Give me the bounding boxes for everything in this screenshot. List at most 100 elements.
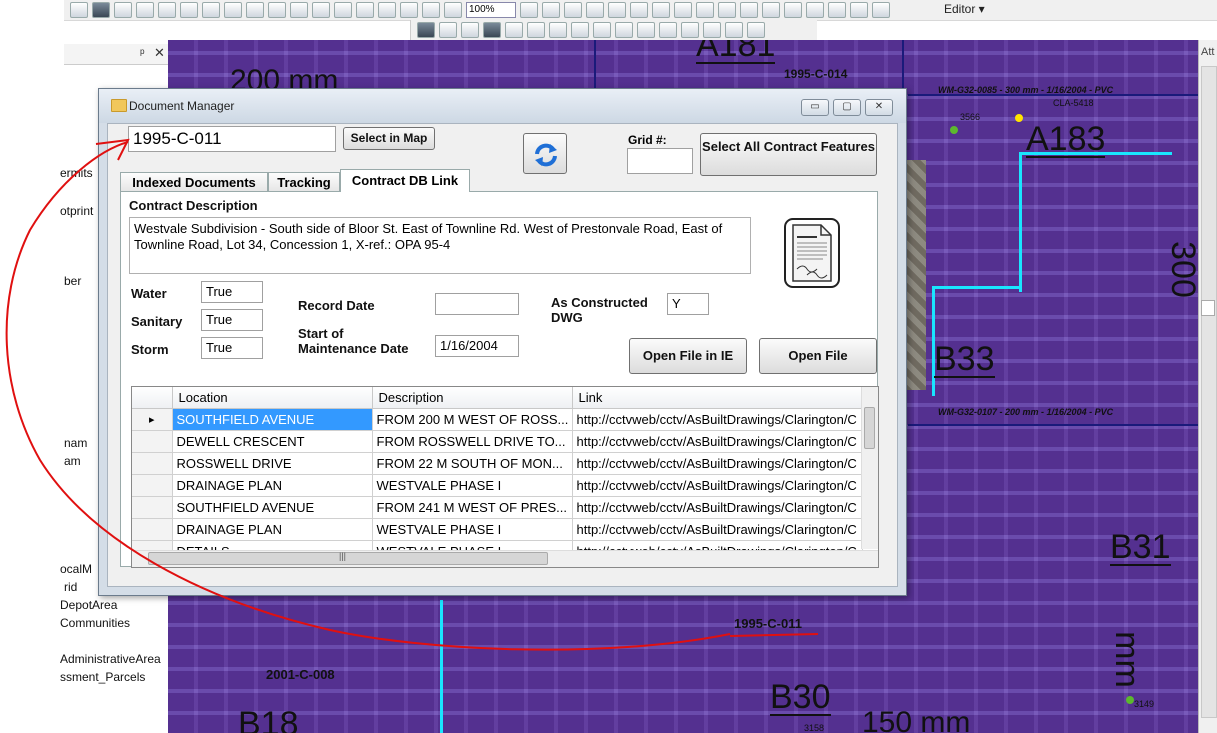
document-manager-icon[interactable]: [483, 22, 501, 38]
window-title-bar[interactable]: Document Manager ▭ ▢ ✕: [99, 89, 906, 123]
tab-tracking[interactable]: Tracking: [268, 172, 340, 191]
close-icon[interactable]: ✕: [154, 45, 165, 61]
layout-page-icon[interactable]: [520, 2, 538, 18]
cell-location[interactable]: DEWELL CRESCENT: [172, 430, 373, 453]
print-icon[interactable]: [806, 2, 824, 18]
raster-icon[interactable]: [784, 2, 802, 18]
home-icon[interactable]: [659, 22, 677, 38]
layer-icon[interactable]: [718, 2, 736, 18]
cell-location[interactable]: DRAINAGE PLAN: [172, 518, 373, 541]
tab-contract-db-link[interactable]: Contract DB Link: [340, 169, 470, 192]
html-popup-icon[interactable]: [136, 2, 154, 18]
attributes-tab-label[interactable]: Att: [1201, 46, 1214, 58]
settings-icon[interactable]: [872, 2, 890, 18]
cell-location[interactable]: SOUTHFIELD AVENUE: [172, 496, 373, 519]
tool-icon[interactable]: [593, 22, 611, 38]
model-builder-icon[interactable]: [696, 2, 714, 18]
water-field[interactable]: True: [201, 281, 263, 303]
catalog-icon[interactable]: [608, 2, 626, 18]
magnifier-icon[interactable]: [527, 22, 545, 38]
cell-description[interactable]: FROM ROSSWELL DRIVE TO...: [372, 430, 573, 453]
column-header-description[interactable]: Description: [372, 387, 573, 409]
row-selector[interactable]: [132, 474, 173, 497]
link-icon[interactable]: [571, 22, 589, 38]
as-constructed-field[interactable]: Y: [667, 293, 709, 315]
refresh-button[interactable]: [523, 133, 567, 174]
export-icon[interactable]: [828, 2, 846, 18]
network-icon[interactable]: [461, 22, 479, 38]
table-row[interactable]: SOUTHFIELD AVENUE FROM 241 M WEST OF PRE…: [132, 496, 863, 519]
identify-icon[interactable]: [92, 2, 110, 18]
toolbox-icon[interactable]: [652, 2, 670, 18]
add-data-icon[interactable]: [268, 2, 286, 18]
cell-location[interactable]: DRAINAGE PLAN: [172, 474, 373, 497]
map-scale-combo[interactable]: 100%: [466, 2, 516, 18]
cell-description[interactable]: WESTVALE PHASE I: [372, 518, 573, 541]
zoom-in-icon[interactable]: [290, 2, 308, 18]
editor-menu[interactable]: Editor ▾: [944, 0, 985, 18]
gear-icon[interactable]: [681, 22, 699, 38]
pan-icon[interactable]: [334, 2, 352, 18]
full-extent-icon[interactable]: [356, 2, 374, 18]
share-icon[interactable]: [850, 2, 868, 18]
table-icon[interactable]: [586, 2, 604, 18]
row-selector[interactable]: [132, 452, 173, 475]
time-slider-icon[interactable]: [246, 2, 264, 18]
group-layer-icon[interactable]: [762, 2, 780, 18]
tile-icon[interactable]: [703, 22, 721, 38]
cell-location[interactable]: SOUTHFIELD AVENUE: [172, 408, 373, 431]
layout-pan-icon[interactable]: [564, 2, 582, 18]
cell-link[interactable]: http://cctvweb/cctv/AsBuiltDrawings/Clar…: [572, 474, 863, 497]
grid-vertical-scrollbar[interactable]: [861, 387, 878, 549]
cell-link[interactable]: http://cctvweb/cctv/AsBuiltDrawings/Clar…: [572, 518, 863, 541]
cell-link[interactable]: http://cctvweb/cctv/AsBuiltDrawings/Clar…: [572, 430, 863, 453]
cell-description[interactable]: FROM 200 M WEST OF ROSS...: [372, 408, 573, 431]
back-extent-icon[interactable]: [422, 2, 440, 18]
fixed-zoom-in-icon[interactable]: [378, 2, 396, 18]
tree-icon[interactable]: [549, 22, 567, 38]
table-row[interactable]: DEWELL CRESCENT FROM ROSSWELL DRIVE TO..…: [132, 430, 863, 453]
disk-icon[interactable]: [417, 22, 435, 38]
row-selector[interactable]: [132, 518, 173, 541]
zoom-out-icon[interactable]: [312, 2, 330, 18]
contract-document-icon[interactable]: [783, 217, 841, 289]
start-of-maintenance-field[interactable]: 1/16/2004: [435, 335, 519, 357]
cell-description[interactable]: FROM 22 M SOUTH OF MON...: [372, 452, 573, 475]
cell-link[interactable]: http://cctvweb/cctv/AsBuiltDrawings/Clar…: [572, 452, 863, 475]
sanitary-field[interactable]: True: [201, 309, 263, 331]
close-button[interactable]: ✕: [865, 99, 893, 116]
layout-zoom-icon[interactable]: [542, 2, 560, 18]
record-date-field[interactable]: [435, 293, 519, 315]
row-selector[interactable]: [132, 430, 173, 453]
open-file-button[interactable]: Open File: [759, 338, 877, 374]
grid-horizontal-scrollbar[interactable]: |||: [132, 550, 878, 567]
forward-extent-icon[interactable]: [444, 2, 462, 18]
cell-link[interactable]: http://cctvweb/cctv/AsBuiltDrawings/Clar…: [572, 408, 863, 431]
grid-number-input[interactable]: [627, 148, 693, 174]
python-icon[interactable]: [674, 2, 692, 18]
contract-description-text[interactable]: Westvale Subdivision - South side of Blo…: [129, 217, 751, 274]
fixed-zoom-out-icon[interactable]: [400, 2, 418, 18]
cell-link[interactable]: http://cctvweb/cctv/AsBuiltDrawings/Clar…: [572, 496, 863, 519]
pencil-icon[interactable]: [114, 2, 132, 18]
cell-location[interactable]: ROSSWELL DRIVE: [172, 452, 373, 475]
column-header-link[interactable]: Link: [572, 387, 863, 409]
maximize-button[interactable]: ▢: [833, 99, 861, 116]
cell-description[interactable]: FROM 241 M WEST OF PRES...: [372, 496, 573, 519]
column-header-location[interactable]: Location: [172, 387, 373, 409]
cell-description[interactable]: WESTVALE PHASE I: [372, 474, 573, 497]
table-row[interactable]: DRAINAGE PLAN WESTVALE PHASE I http://cc…: [132, 518, 863, 541]
search-icon[interactable]: [630, 2, 648, 18]
puzzle-icon[interactable]: [637, 22, 655, 38]
select-in-map-button[interactable]: Select in Map: [343, 127, 435, 150]
tab-indexed-documents[interactable]: Indexed Documents: [120, 172, 268, 191]
dropper-icon[interactable]: [615, 22, 633, 38]
storm-field[interactable]: True: [201, 337, 263, 359]
layer-properties-icon[interactable]: [740, 2, 758, 18]
attributes-scroll-thumb[interactable]: [1201, 300, 1215, 316]
measure-icon[interactable]: [158, 2, 176, 18]
stack-icon[interactable]: [505, 22, 523, 38]
table-row[interactable]: DRAINAGE PLAN WESTVALE PHASE I http://cc…: [132, 474, 863, 497]
open-file-in-ie-button[interactable]: Open File in IE: [629, 338, 747, 374]
attributes-scrollbar[interactable]: [1201, 66, 1217, 718]
